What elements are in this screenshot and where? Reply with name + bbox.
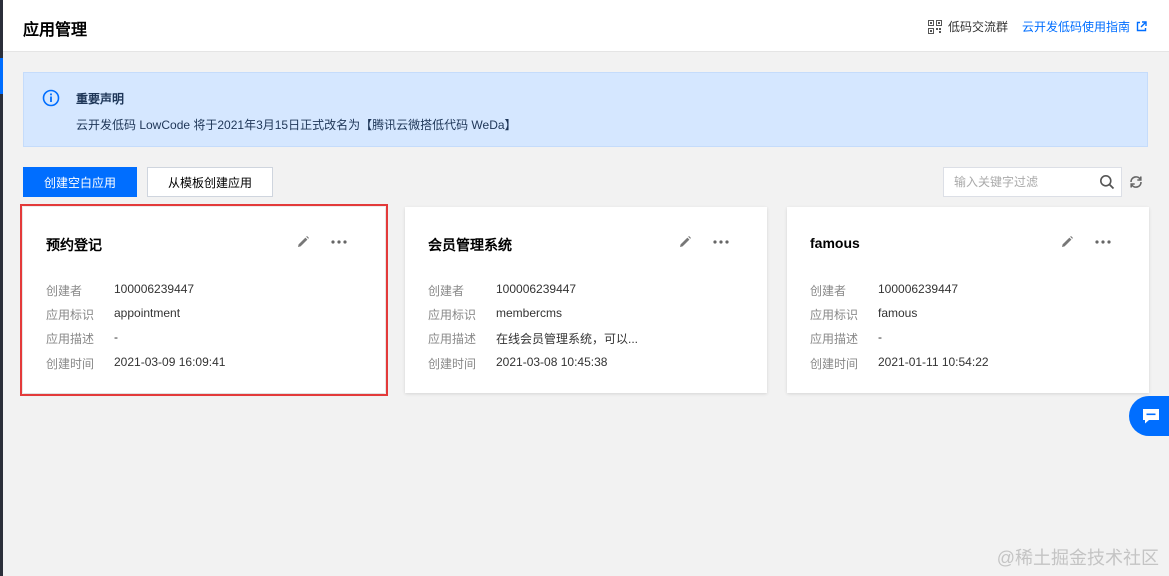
- app-created-label: 创建时间: [810, 357, 859, 371]
- app-desc-label: 应用描述: [46, 332, 95, 346]
- app-creator-row: 创建者 100006239447: [46, 282, 194, 299]
- app-id-value: appointment: [114, 306, 181, 320]
- important-notice: 重要声明 云开发低码 LowCode 将于2021年3月15日正式改名为【腾讯云…: [23, 72, 1148, 147]
- community-group-link[interactable]: 低码交流群: [927, 18, 1008, 35]
- qrcode-icon: [927, 19, 942, 34]
- community-group-label: 低码交流群: [947, 20, 1008, 34]
- app-id-value: famous: [878, 306, 918, 320]
- app-creator-value: 100006239447: [878, 282, 959, 296]
- create-blank-app-button[interactable]: 创建空白应用: [23, 167, 137, 197]
- app-desc-label: 应用描述: [810, 332, 859, 346]
- app-creator-label: 创建者: [46, 284, 83, 298]
- app-id-row: 应用标识 appointment: [46, 306, 180, 323]
- app-id-row: 应用标识 membercms: [428, 306, 562, 323]
- left-nav-rail: [0, 0, 3, 576]
- info-icon: [42, 89, 60, 107]
- app-created-row: 创建时间 2021-01-11 10:54:22: [810, 355, 989, 372]
- app-created-label: 创建时间: [428, 357, 477, 371]
- app-creator-row: 创建者 100006239447: [810, 282, 958, 299]
- header-links: 低码交流群 云开发低码使用指南: [927, 18, 1147, 35]
- app-creator-label: 创建者: [428, 284, 465, 298]
- app-desc-value: -: [878, 330, 882, 344]
- notice-title: 重要声明: [76, 92, 125, 106]
- app-creator-label: 创建者: [810, 284, 847, 298]
- chat-support-button[interactable]: [1129, 396, 1169, 436]
- app-desc-value: 在线会员管理系统，可以...: [496, 332, 639, 346]
- app-card-title: 会员管理系统: [428, 237, 512, 253]
- lowcode-guide-label: 云开发低码使用指南: [1021, 20, 1130, 34]
- app-created-value: 2021-03-09 16:09:41: [114, 355, 226, 369]
- lowcode-guide-link[interactable]: 云开发低码使用指南: [1022, 18, 1147, 35]
- notice-text: 云开发低码 LowCode 将于2021年3月15日正式改名为【腾讯云微搭低代码…: [76, 118, 517, 132]
- app-created-value: 2021-03-08 10:45:38: [496, 355, 608, 369]
- page-title: 应用管理: [23, 22, 88, 39]
- left-nav-active-indicator: [0, 58, 3, 94]
- more-icon[interactable]: [712, 235, 730, 249]
- app-id-label: 应用标识: [428, 308, 477, 322]
- page-header: 应用管理 低码交流群 云开发低码使用指南: [3, 0, 1169, 52]
- app-id-label: 应用标识: [46, 308, 95, 322]
- app-created-row: 创建时间 2021-03-09 16:09:41: [46, 355, 225, 372]
- app-creator-value: 100006239447: [114, 282, 195, 296]
- app-id-value: membercms: [496, 306, 563, 320]
- app-id-row: 应用标识 famous: [810, 306, 917, 323]
- refresh-icon[interactable]: [1128, 174, 1144, 190]
- app-creator-row: 创建者 100006239447: [428, 282, 576, 299]
- app-desc-row: 应用描述 在线会员管理系统，可以...: [428, 330, 638, 347]
- app-card[interactable]: 会员管理系统 创建者 100006239447 应用标识 membercms 应…: [405, 207, 767, 393]
- app-id-label: 应用标识: [810, 308, 859, 322]
- app-desc-value: -: [114, 330, 118, 344]
- chat-icon: [1143, 409, 1159, 424]
- keyword-filter: [943, 167, 1122, 197]
- app-card[interactable]: famous 创建者 100006239447 应用标识 famous 应用描述…: [787, 207, 1149, 393]
- search-icon[interactable]: [1099, 174, 1115, 190]
- app-card-title: 预约登记: [46, 237, 102, 253]
- external-link-icon: [1136, 21, 1147, 32]
- edit-icon[interactable]: [1060, 235, 1074, 249]
- app-card[interactable]: 预约登记 创建者 100006239447 应用标识 appointment 应…: [20, 204, 388, 396]
- app-desc-row: 应用描述 -: [810, 330, 882, 347]
- app-created-label: 创建时间: [46, 357, 95, 371]
- edit-icon[interactable]: [296, 235, 310, 249]
- app-created-value: 2021-01-11 10:54:22: [878, 355, 989, 369]
- app-desc-row: 应用描述 -: [46, 330, 118, 347]
- app-card-title: famous: [810, 235, 860, 251]
- create-from-template-button[interactable]: 从模板创建应用: [147, 167, 273, 197]
- app-created-row: 创建时间 2021-03-08 10:45:38: [428, 355, 607, 372]
- watermark: @稀土掘金技术社区: [996, 548, 1159, 568]
- app-creator-value: 100006239447: [496, 282, 577, 296]
- more-icon[interactable]: [330, 235, 348, 249]
- keyword-filter-input[interactable]: [944, 168, 1094, 196]
- app-desc-label: 应用描述: [428, 332, 477, 346]
- more-icon[interactable]: [1094, 235, 1112, 249]
- edit-icon[interactable]: [678, 235, 692, 249]
